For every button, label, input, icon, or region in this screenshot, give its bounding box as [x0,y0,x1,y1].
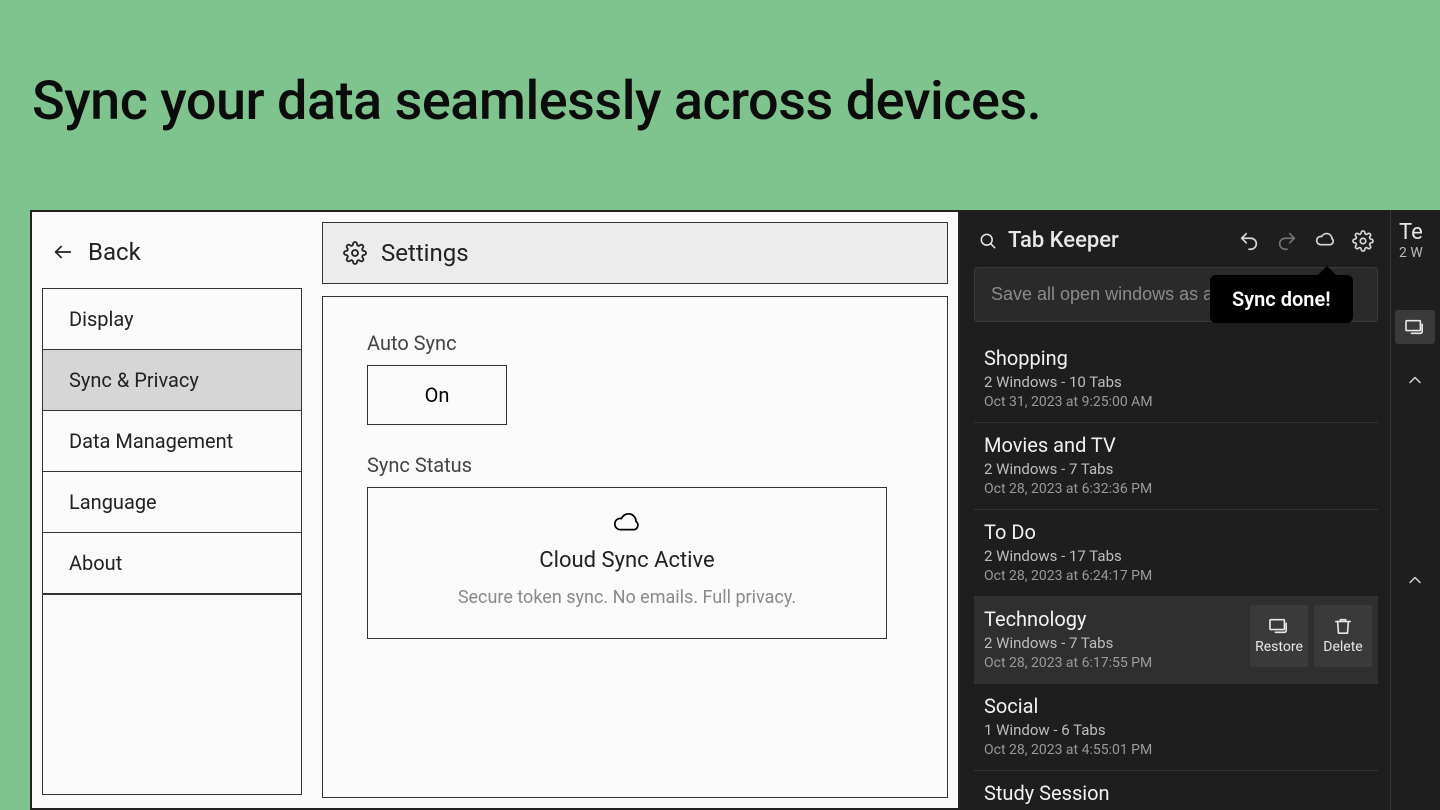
menu-item-about[interactable]: About [43,533,301,594]
search-icon[interactable] [978,231,998,251]
session-title: Social [984,694,1368,718]
settings-header-label: Settings [381,239,469,267]
session-meta: 2 Windows - 17 Tabs [984,547,1368,565]
restore-icon [1404,318,1426,336]
settings-content: Settings Auto Sync On Sync Status Cloud … [312,212,958,808]
back-label: Back [88,238,141,266]
session-item[interactable]: Shopping 2 Windows - 10 Tabs Oct 31, 202… [974,336,1378,423]
cloud-icon [612,512,642,536]
session-item[interactable]: Movies and TV 2 Windows - 7 Tabs Oct 28,… [974,423,1378,510]
detail-restore-button[interactable] [1395,310,1435,344]
session-meta: 1 Window - 6 Tabs [984,721,1368,739]
sync-status-box: Cloud Sync Active Secure token sync. No … [367,487,887,639]
session-date: Oct 28, 2023 at 4:55:01 PM [984,742,1368,758]
page-headline: Sync your data seamlessly across devices… [0,0,1440,133]
tabkeeper-title: Tab Keeper [1008,228,1119,253]
delete-button[interactable]: Delete [1314,605,1372,667]
redo-icon[interactable] [1276,230,1298,252]
session-item[interactable]: Study Session [974,771,1378,810]
settings-header: Settings [322,222,948,284]
back-button[interactable]: Back [42,222,302,288]
settings-window: Back Display Sync & Privacy Data Managem… [30,210,960,810]
cloud-sync-icon[interactable] [1314,230,1336,252]
sync-status-title: Cloud Sync Active [388,548,866,573]
chevron-up-icon[interactable] [1405,570,1425,590]
restore-label: Restore [1255,639,1303,655]
detail-meta-fragment: 2 W [1391,245,1440,261]
session-date: Oct 28, 2023 at 6:24:17 PM [984,568,1368,584]
session-title: To Do [984,520,1368,544]
session-date: Oct 31, 2023 at 9:25:00 AM [984,394,1368,410]
tabkeeper-header: Tab Keeper [974,220,1378,267]
menu-item-language[interactable]: Language [43,472,301,533]
sync-status-subtitle: Secure token sync. No emails. Full priva… [388,587,866,608]
tabkeeper-toolbar [1238,230,1374,252]
session-title: Study Session [984,781,1368,805]
gear-icon [343,241,367,265]
tabkeeper-detail-column: Te 2 W [1390,210,1440,810]
session-meta: 2 Windows - 10 Tabs [984,373,1368,391]
settings-sidebar: Back Display Sync & Privacy Data Managem… [32,212,312,808]
detail-title-fragment: Te [1391,220,1440,245]
arrow-left-icon [52,241,74,263]
gear-icon[interactable] [1352,230,1374,252]
session-item[interactable]: Social 1 Window - 6 Tabs Oct 28, 2023 at… [974,684,1378,771]
settings-body: Auto Sync On Sync Status Cloud Sync Acti… [322,296,948,798]
restore-icon [1268,617,1290,635]
auto-sync-toggle[interactable]: On [367,365,507,425]
chevron-up-icon[interactable] [1405,370,1425,390]
sync-done-tooltip: Sync done! [1210,275,1353,323]
menu-item-sync-privacy[interactable]: Sync & Privacy [43,350,301,411]
settings-menu: Display Sync & Privacy Data Management L… [42,288,302,795]
auto-sync-label: Auto Sync [367,331,903,355]
menu-item-data-management[interactable]: Data Management [43,411,301,472]
session-title: Shopping [984,346,1368,370]
session-list: Shopping 2 Windows - 10 Tabs Oct 31, 202… [974,336,1378,810]
restore-button[interactable]: Restore [1250,605,1308,667]
undo-icon[interactable] [1238,230,1260,252]
delete-label: Delete [1323,639,1362,655]
sync-status-label: Sync Status [367,453,903,477]
session-title: Movies and TV [984,433,1368,457]
session-date: Oct 28, 2023 at 6:32:36 PM [984,481,1368,497]
trash-icon [1332,617,1354,635]
session-meta: 2 Windows - 7 Tabs [984,460,1368,478]
session-item[interactable]: To Do 2 Windows - 17 Tabs Oct 28, 2023 a… [974,510,1378,597]
session-item[interactable]: Technology 2 Windows - 7 Tabs Oct 28, 20… [974,597,1378,684]
tabkeeper-panel: Tab Keeper [960,210,1440,810]
menu-item-display[interactable]: Display [43,289,301,350]
